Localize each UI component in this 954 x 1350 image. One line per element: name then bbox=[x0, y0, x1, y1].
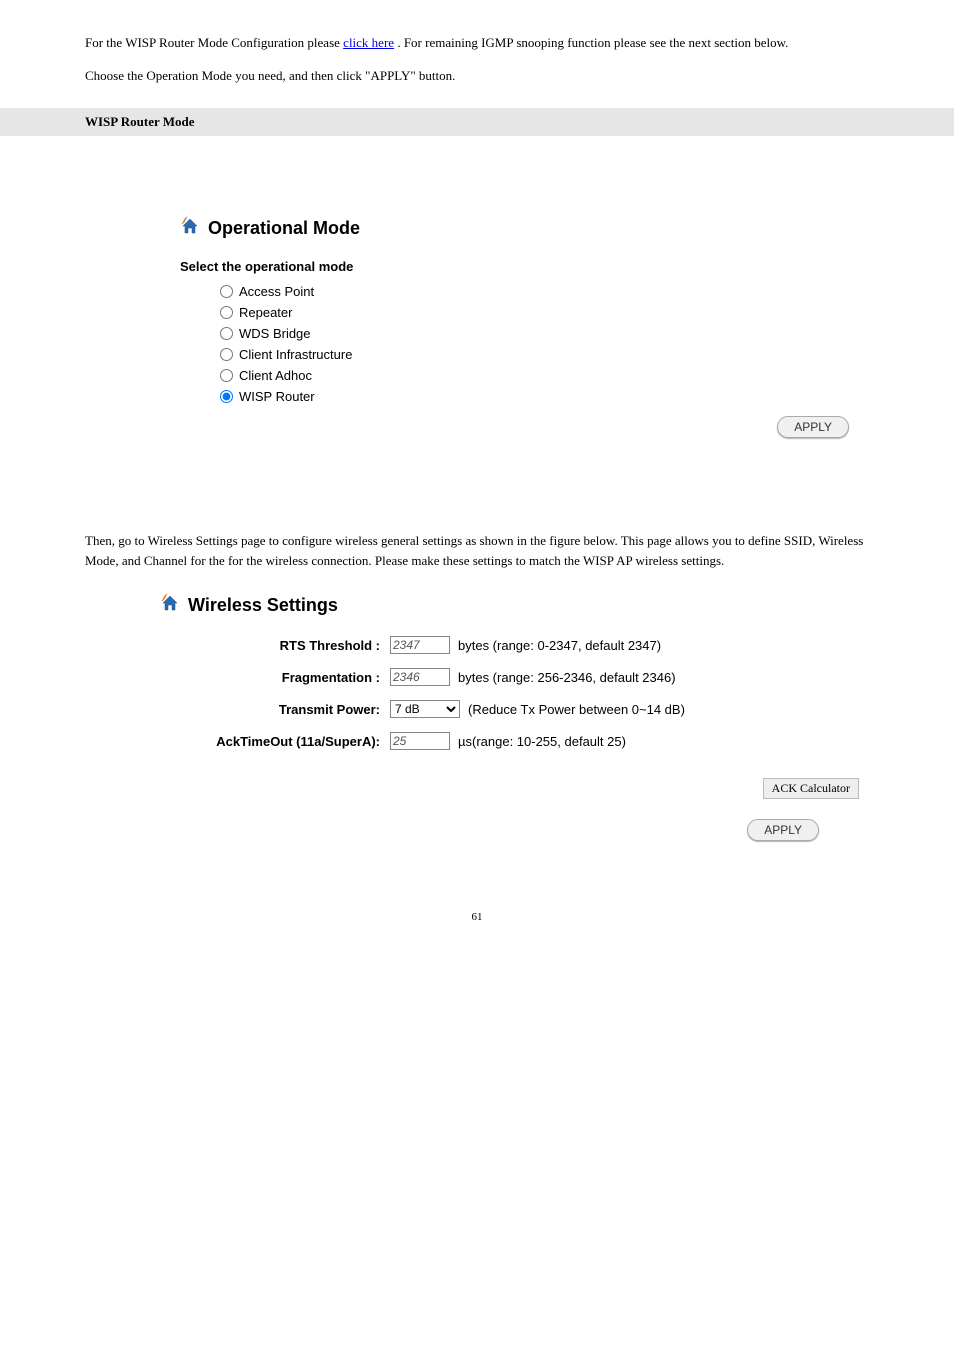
ack-calculator-button[interactable]: ACK Calculator bbox=[763, 778, 859, 799]
operational-mode-title: Operational Mode bbox=[180, 216, 869, 241]
radio-label-wisp-router: WISP Router bbox=[239, 389, 315, 404]
radio-row-client-adhoc[interactable]: Client Adhoc bbox=[220, 368, 869, 383]
radio-row-wisp-router[interactable]: WISP Router bbox=[220, 389, 869, 404]
radio-row-client-infra[interactable]: Client Infrastructure bbox=[220, 347, 869, 362]
page-number: 61 bbox=[0, 881, 954, 943]
label-ack: AckTimeOut (11a/SuperA): bbox=[160, 734, 390, 749]
input-rts[interactable] bbox=[390, 636, 450, 654]
label-tx: Transmit Power: bbox=[160, 702, 390, 717]
radio-label-wds-bridge: WDS Bridge bbox=[239, 326, 311, 341]
radio-row-wds-bridge[interactable]: WDS Bridge bbox=[220, 326, 869, 341]
home-icon bbox=[180, 216, 200, 241]
radio-label-access-point: Access Point bbox=[239, 284, 314, 299]
radio-access-point[interactable] bbox=[220, 285, 233, 298]
hint-ack: µs(range: 10-255, default 25) bbox=[458, 734, 626, 749]
radio-repeater[interactable] bbox=[220, 306, 233, 319]
wireless-settings-panel: Wireless Settings RTS Threshold : bytes … bbox=[0, 593, 954, 881]
apply-button-wireless[interactable]: APPLY bbox=[747, 819, 819, 841]
radio-wds-bridge[interactable] bbox=[220, 327, 233, 340]
radio-label-client-adhoc: Client Adhoc bbox=[239, 368, 312, 383]
input-ack[interactable] bbox=[390, 732, 450, 750]
row-frag: Fragmentation : bytes (range: 256-2346, … bbox=[160, 668, 869, 686]
wireless-body-para: Then, go to Wireless Settings page to co… bbox=[85, 531, 869, 570]
input-frag[interactable] bbox=[390, 668, 450, 686]
radio-client-infra[interactable] bbox=[220, 348, 233, 361]
radio-label-client-infra: Client Infrastructure bbox=[239, 347, 352, 362]
operational-mode-title-text: Operational Mode bbox=[208, 218, 360, 239]
radio-label-repeater: Repeater bbox=[239, 305, 292, 320]
select-tx[interactable]: 7 dB bbox=[390, 700, 460, 718]
operational-mode-radio-group: Access Point Repeater WDS Bridge Client … bbox=[180, 284, 869, 404]
label-rts: RTS Threshold : bbox=[160, 638, 390, 653]
row-tx: Transmit Power: 7 dB (Reduce Tx Power be… bbox=[160, 700, 869, 718]
row-ack: AckTimeOut (11a/SuperA): µs(range: 10-25… bbox=[160, 732, 869, 750]
intro-para-2: Choose the Operation Mode you need, and … bbox=[85, 66, 869, 86]
intro-para-1-prefix: For the WISP Router Mode Configuration p… bbox=[85, 35, 343, 50]
hint-frag: bytes (range: 256-2346, default 2346) bbox=[458, 670, 676, 685]
hint-rts: bytes (range: 0-2347, default 2347) bbox=[458, 638, 661, 653]
click-here-link[interactable]: click here bbox=[343, 35, 394, 50]
wireless-settings-title: Wireless Settings bbox=[160, 593, 869, 618]
home-icon bbox=[160, 593, 180, 618]
wireless-settings-title-text: Wireless Settings bbox=[188, 595, 338, 616]
radio-row-repeater[interactable]: Repeater bbox=[220, 305, 869, 320]
radio-client-adhoc[interactable] bbox=[220, 369, 233, 382]
label-frag: Fragmentation : bbox=[160, 670, 390, 685]
row-rts: RTS Threshold : bytes (range: 0-2347, de… bbox=[160, 636, 869, 654]
hint-tx: (Reduce Tx Power between 0~14 dB) bbox=[468, 702, 685, 717]
radio-row-access-point[interactable]: Access Point bbox=[220, 284, 869, 299]
intro-para-1-suffix: . For remaining IGMP snooping function p… bbox=[397, 35, 788, 50]
operational-mode-subtitle: Select the operational mode bbox=[180, 259, 869, 274]
radio-wisp-router[interactable] bbox=[220, 390, 233, 403]
intro-para-1: For the WISP Router Mode Configuration p… bbox=[85, 33, 869, 53]
apply-button-opmode[interactable]: APPLY bbox=[777, 416, 849, 438]
section-heading: WISP Router Mode bbox=[0, 108, 954, 136]
operational-mode-panel: Operational Mode Select the operational … bbox=[0, 216, 954, 498]
